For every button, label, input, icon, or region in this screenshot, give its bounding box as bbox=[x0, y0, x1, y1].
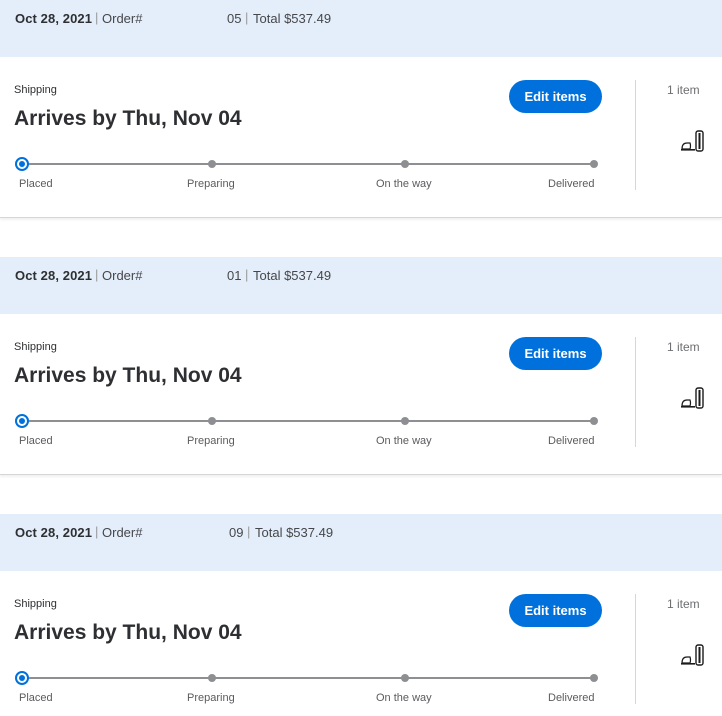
progress-track bbox=[22, 420, 594, 422]
edit-items-button[interactable]: Edit items bbox=[509, 80, 602, 113]
divider bbox=[635, 80, 636, 190]
progress-step-label: Placed bbox=[19, 692, 53, 704]
progress-step-preparing-dot bbox=[208, 417, 216, 425]
progress-step-delivered-dot bbox=[590, 417, 598, 425]
progress-step-placed-dot bbox=[15, 157, 29, 171]
order-card: Oct 28, 2021 | Order# 01 | Total $537.49… bbox=[0, 257, 722, 475]
order-total: Total $537.49 bbox=[255, 525, 334, 540]
fulfillment-type: Shipping bbox=[14, 341, 57, 353]
progress-step-label: Preparing bbox=[187, 692, 235, 704]
order-date: Oct 28, 2021 bbox=[15, 268, 93, 283]
divider bbox=[635, 594, 636, 704]
game-console-icon[interactable] bbox=[679, 644, 705, 666]
progress-step-label: Delivered bbox=[548, 178, 595, 190]
order-number: 05 bbox=[227, 11, 242, 26]
order-number-label: Order# bbox=[102, 268, 143, 283]
progress-step-label: Preparing bbox=[187, 178, 235, 190]
order-number: 01 bbox=[227, 268, 242, 283]
progress-step-on-the-way-dot bbox=[401, 160, 409, 168]
progress-step-label: Placed bbox=[19, 435, 53, 447]
order-header: Oct 28, 2021 | Order# 05 | Total $537.49 bbox=[0, 0, 722, 57]
arrival-date: Arrives by Thu, Nov 04 bbox=[14, 107, 242, 130]
order-number-label: Order# bbox=[102, 525, 143, 540]
arrival-date: Arrives by Thu, Nov 04 bbox=[14, 621, 242, 644]
separator: | bbox=[95, 267, 99, 282]
separator: | bbox=[247, 524, 251, 539]
progress-step-label: Preparing bbox=[187, 435, 235, 447]
progress-step-label: Delivered bbox=[548, 692, 595, 704]
progress-step-label: On the way bbox=[376, 692, 432, 704]
order-total: Total $537.49 bbox=[253, 268, 332, 283]
progress-step-on-the-way-dot bbox=[401, 417, 409, 425]
progress-step-delivered-dot bbox=[590, 674, 598, 682]
progress-step-placed-dot bbox=[15, 671, 29, 685]
separator: | bbox=[245, 267, 249, 282]
fulfillment-type: Shipping bbox=[14, 84, 57, 96]
order-list: Oct 28, 2021 | Order# 05 | Total $537.49… bbox=[0, 0, 722, 716]
separator: | bbox=[245, 10, 249, 25]
order-number-label: Order# bbox=[102, 11, 143, 26]
fulfillment-type: Shipping bbox=[14, 598, 57, 610]
progress-step-preparing-dot bbox=[208, 674, 216, 682]
arrival-date: Arrives by Thu, Nov 04 bbox=[14, 364, 242, 387]
progress-track bbox=[22, 163, 594, 165]
edit-items-button[interactable]: Edit items bbox=[509, 337, 602, 370]
item-count: 1 item bbox=[667, 597, 700, 611]
order-card: Oct 28, 2021 | Order# 09 | Total $537.49… bbox=[0, 514, 722, 716]
shipment-card: Shipping Arrives by Thu, Nov 04 Edit ite… bbox=[0, 571, 722, 716]
order-card: Oct 28, 2021 | Order# 05 | Total $537.49… bbox=[0, 0, 722, 218]
game-console-icon[interactable] bbox=[679, 130, 705, 152]
shipment-card: Shipping Arrives by Thu, Nov 04 Edit ite… bbox=[0, 57, 722, 218]
order-date: Oct 28, 2021 bbox=[15, 525, 93, 540]
separator: | bbox=[95, 524, 99, 539]
divider bbox=[635, 337, 636, 447]
order-date: Oct 28, 2021 bbox=[15, 11, 93, 26]
game-console-icon[interactable] bbox=[679, 387, 705, 409]
order-header: Oct 28, 2021 | Order# 09 | Total $537.49 bbox=[0, 514, 722, 571]
progress-step-label: On the way bbox=[376, 435, 432, 447]
progress-step-preparing-dot bbox=[208, 160, 216, 168]
edit-items-button[interactable]: Edit items bbox=[509, 594, 602, 627]
progress-step-delivered-dot bbox=[590, 160, 598, 168]
progress-step-label: Placed bbox=[19, 178, 53, 190]
progress-step-label: On the way bbox=[376, 178, 432, 190]
item-count: 1 item bbox=[667, 340, 700, 354]
shipment-card: Shipping Arrives by Thu, Nov 04 Edit ite… bbox=[0, 314, 722, 475]
progress-track bbox=[22, 677, 594, 679]
progress-step-label: Delivered bbox=[548, 435, 595, 447]
progress-step-on-the-way-dot bbox=[401, 674, 409, 682]
order-header: Oct 28, 2021 | Order# 01 | Total $537.49 bbox=[0, 257, 722, 314]
order-total: Total $537.49 bbox=[253, 11, 332, 26]
order-number: 09 bbox=[229, 525, 244, 540]
progress-step-placed-dot bbox=[15, 414, 29, 428]
separator: | bbox=[95, 10, 99, 25]
item-count: 1 item bbox=[667, 83, 700, 97]
